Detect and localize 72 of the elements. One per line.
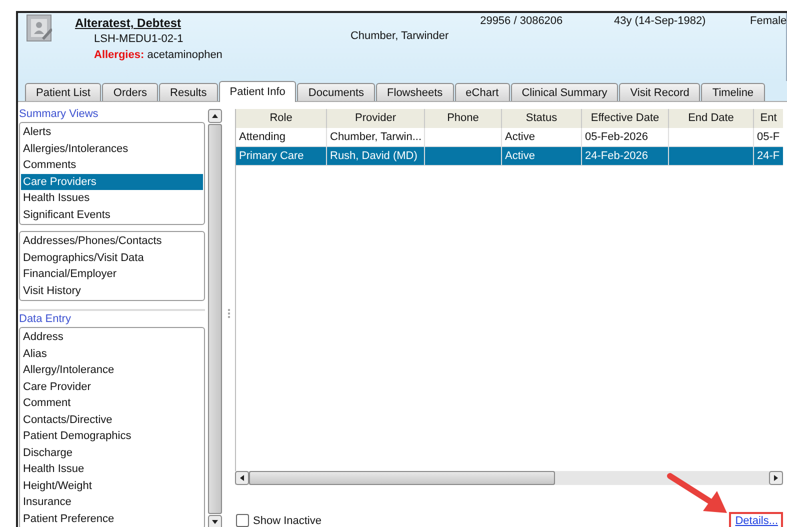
scroll-down-icon[interactable] (208, 515, 222, 527)
scroll-right-icon[interactable] (769, 471, 783, 485)
table-row[interactable]: Primary Care Rush, David (MD) Active 24-Feb-2026 24-F (236, 147, 783, 166)
table-cell: Rush, David (MD) (330, 150, 418, 162)
list-item[interactable]: Significant Events (21, 206, 203, 223)
list-item[interactable]: Comment (21, 395, 203, 412)
scroll-up-icon[interactable] (208, 109, 222, 123)
table-cell: 24-F (757, 150, 780, 162)
tab[interactable]: Documents (297, 83, 376, 101)
patient-mrn: LSH-MEDU1-02-1 (94, 33, 184, 45)
list-item[interactable]: Comments (21, 157, 203, 174)
annotation-arrow (667, 473, 727, 513)
list-item[interactable]: Addresses/Phones/Contacts (21, 233, 203, 250)
list-item[interactable]: Health Issue (21, 461, 203, 478)
list-item[interactable]: Insurance (21, 494, 203, 510)
section-title: Data Entry (19, 312, 72, 327)
tab[interactable]: Results (159, 83, 218, 101)
column-header[interactable]: Provider (327, 109, 425, 128)
table-cell: 24-Feb-2026 (585, 150, 648, 162)
allergies-value: acetaminophen (147, 49, 222, 61)
list-item[interactable]: Demographics/Visit Data (21, 250, 203, 266)
scroll-left-icon[interactable] (235, 471, 249, 485)
patient-ids: 29956 / 3086206 (480, 15, 563, 27)
tab[interactable]: Patient Info (218, 81, 296, 102)
list-item[interactable]: Discharge (21, 444, 203, 461)
list-item[interactable]: Alerts (21, 124, 203, 140)
patient-name[interactable]: Alteratest, Debtest (75, 16, 222, 30)
tab[interactable]: Flowsheets (376, 83, 454, 101)
list-item[interactable]: Alias (21, 346, 203, 362)
patient-sex: Female (750, 15, 787, 27)
list-item[interactable]: Patient Demographics (21, 428, 203, 444)
list-item[interactable]: Address (21, 329, 203, 346)
horizontal-scrollbar[interactable] (235, 471, 783, 485)
column-header[interactable]: Status (502, 109, 582, 128)
details-link[interactable]: Details... (735, 515, 778, 527)
tab[interactable]: Orders (102, 83, 158, 101)
column-header[interactable]: End Date (669, 109, 754, 128)
checkbox[interactable] (236, 514, 249, 527)
table-cell: 05-Feb-2026 (585, 131, 648, 143)
splitter-grip-icon[interactable] (228, 309, 231, 318)
list-item[interactable]: Care Provider (21, 378, 203, 395)
table-cell: Attending (239, 131, 286, 143)
list-item[interactable]: Allergies/Intolerances (21, 140, 203, 157)
list-item[interactable]: Care Providers (21, 174, 203, 190)
list-item[interactable]: Allergy/Intolerance (21, 362, 203, 378)
list-item[interactable]: Height/Weight (21, 478, 203, 494)
list-item[interactable]: Visit History (21, 282, 203, 299)
list-item[interactable]: Health Issues (21, 190, 203, 206)
list-item[interactable]: Financial/Employer (21, 266, 203, 282)
section-title: Summary Views (19, 107, 100, 122)
checkbox-label[interactable]: Show Inactive (253, 514, 322, 526)
table-cell: 05-F (757, 131, 780, 143)
tab[interactable]: eChart (454, 83, 510, 101)
column-header[interactable]: Ent (754, 109, 783, 128)
table-cell: Chumber, Tarwin... (330, 131, 422, 143)
patient-age: 43y (14-Sep-1982) (614, 15, 706, 27)
column-header[interactable]: Role (236, 109, 327, 128)
list-item[interactable]: Patient Preference (21, 510, 203, 527)
tab[interactable]: Timeline (701, 83, 765, 101)
allergies-label: Allergies: (94, 49, 144, 61)
attending-name: Chumber, Tarwinder (350, 30, 449, 42)
table-cell: Active (505, 150, 535, 162)
column-header[interactable]: Phone (425, 109, 502, 128)
scroll-thumb[interactable] (249, 471, 555, 485)
tab[interactable]: Patient List (25, 83, 102, 101)
table-cell: Active (505, 131, 535, 143)
column-header[interactable]: Effective Date (582, 109, 669, 128)
tab[interactable]: Visit Record (619, 83, 700, 101)
table-cell: Primary Care (239, 150, 304, 162)
list-item[interactable]: Contacts/Directive (21, 412, 203, 428)
clipboard-icon (26, 14, 52, 42)
tab[interactable]: Clinical Summary (510, 83, 618, 101)
